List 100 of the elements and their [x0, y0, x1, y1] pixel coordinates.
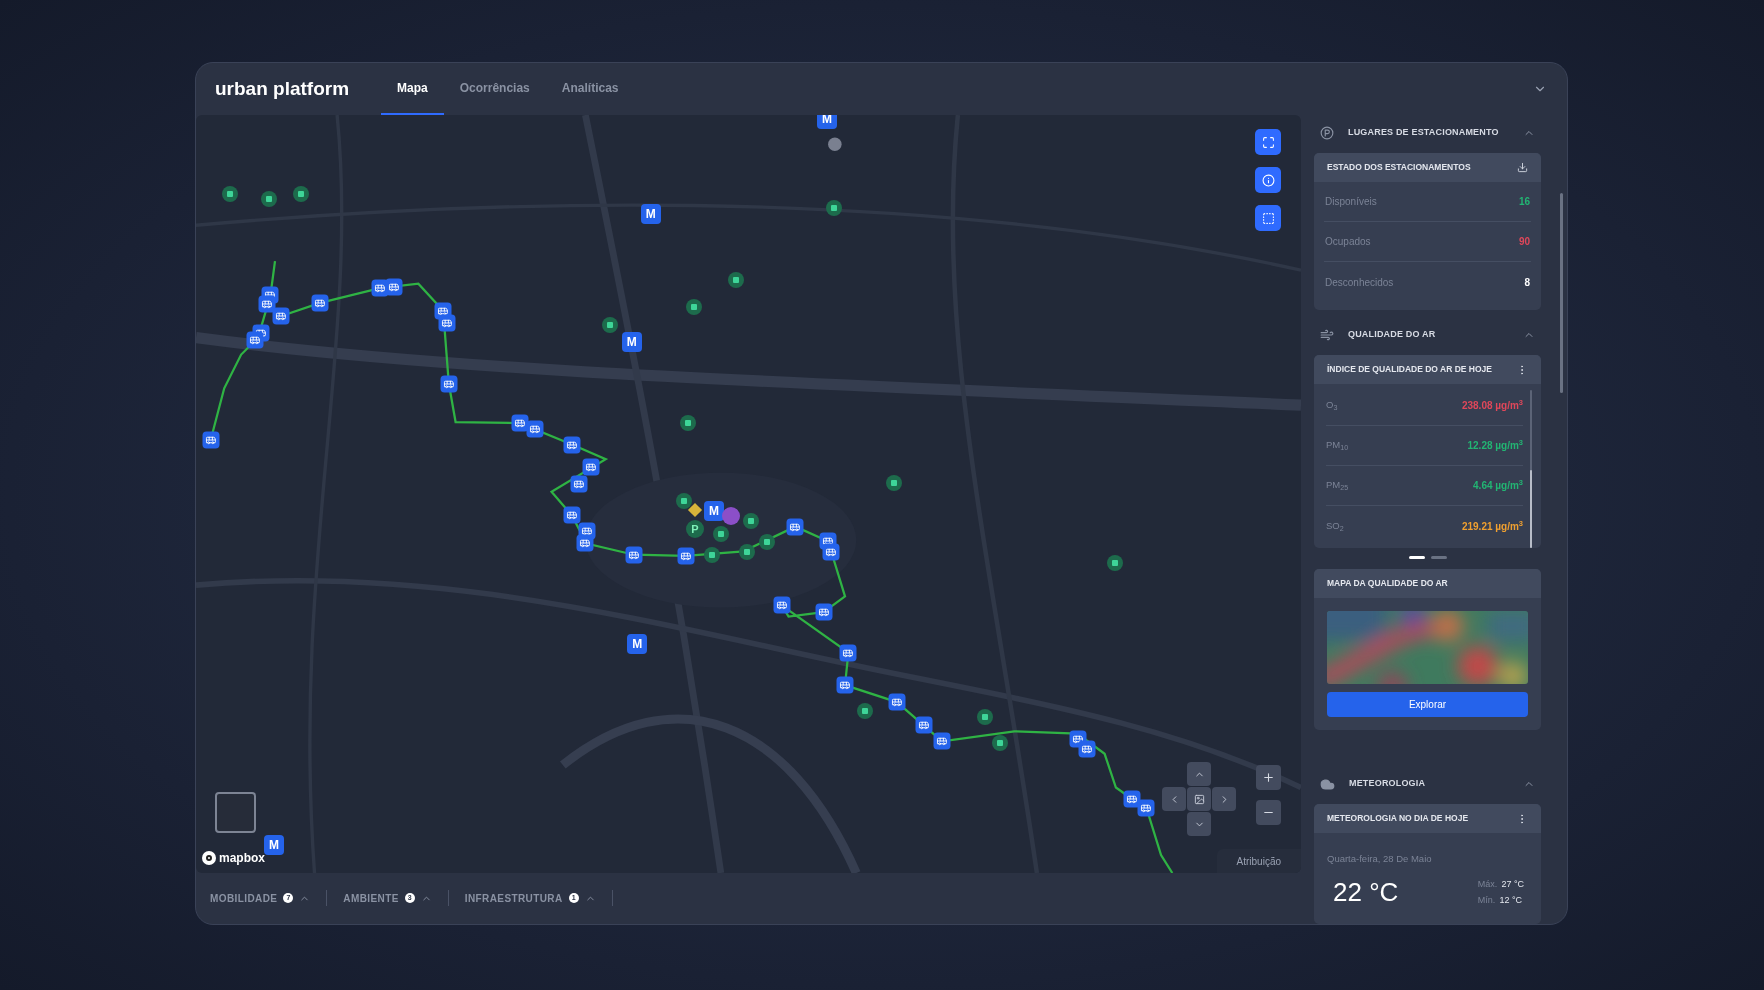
bus-icon [680, 550, 692, 562]
page-indicator[interactable] [1408, 556, 1425, 559]
card-title: MAPA DA QUALIDADE DO AR [1327, 577, 1448, 590]
metro-marker[interactable]: M [704, 500, 725, 521]
bus-icon [249, 334, 261, 346]
metro-marker[interactable]: M [621, 332, 642, 353]
pollutant-value: 219.21 µg/m$^{3}$ [1461, 518, 1523, 534]
layer-label[interactable]: AMBIENTE [343, 890, 399, 906]
layer-label[interactable]: INFRAESTRUTURA [464, 890, 563, 906]
bus-stop-marker[interactable] [385, 278, 402, 296]
bus-stop-marker[interactable] [836, 676, 854, 694]
bus-icon [776, 599, 788, 611]
weather-date: Quarta-feira, 28 De Maio [1327, 853, 1432, 864]
bus-icon [1126, 793, 1138, 805]
panel-scrollbar[interactable] [1560, 193, 1563, 393]
bus-stop-marker[interactable] [1123, 790, 1141, 808]
bus-icon [314, 297, 326, 309]
bus-stop-marker[interactable] [888, 693, 906, 711]
bus-stop-marker[interactable] [576, 534, 594, 552]
bus-stop-marker[interactable] [773, 596, 791, 614]
parking-count: 90 [1518, 235, 1530, 249]
bus-icon [514, 417, 526, 429]
metro-marker[interactable]: M [816, 115, 837, 130]
info-icon [1261, 173, 1275, 187]
bus-stop-marker[interactable] [438, 314, 456, 332]
bus-icon [818, 606, 830, 618]
mapbox-logo: mapbox [219, 850, 265, 867]
bus-stop-marker[interactable] [815, 603, 833, 621]
bus-stop-marker[interactable] [915, 716, 933, 734]
reset-view-button[interactable] [1187, 787, 1211, 811]
selection-icon [1261, 211, 1275, 225]
bus-icon [585, 461, 597, 473]
current-temperature: 22 °C [1333, 876, 1400, 909]
bus-icon [441, 317, 453, 329]
bus-stop-marker[interactable] [202, 431, 220, 449]
bus-stop-marker[interactable] [526, 420, 544, 438]
min-label: Mín. [1477, 893, 1496, 907]
bus-icon [388, 281, 399, 293]
nav-tab[interactable]: Analíticas [545, 63, 635, 115]
pollutant-value: 238.08 µg/m$^{3}$ [1461, 398, 1523, 413]
layer-label[interactable]: MOBILIDADE [210, 890, 278, 906]
bus-stop-marker[interactable] [563, 506, 581, 524]
bus-stop-marker[interactable] [839, 644, 857, 662]
bus-stop-marker[interactable] [582, 458, 600, 476]
bus-stop-marker[interactable] [570, 475, 588, 493]
parking-count: 16 [1518, 195, 1530, 209]
zoom-in-button[interactable] [1256, 765, 1281, 790]
bus-icon [579, 537, 591, 549]
plus-icon [1262, 771, 1275, 784]
fullscreen-button[interactable] [1255, 129, 1281, 155]
bus-icon [822, 535, 834, 547]
selection-button[interactable] [1255, 205, 1281, 231]
bus-icon [1140, 802, 1152, 814]
parking-label: Disponíveis [1325, 195, 1378, 209]
pollutant-value: 12.28 µg/m$^{3}$ [1467, 438, 1523, 453]
bus-stop-marker[interactable] [246, 331, 264, 349]
bus-stop-marker[interactable] [786, 518, 804, 536]
bus-icon [891, 696, 903, 708]
explore-button[interactable]: Explorar [1327, 692, 1528, 717]
attribution-button[interactable]: Atribuição [1216, 849, 1301, 873]
bus-stop-marker[interactable] [1137, 799, 1155, 817]
bus-stop-marker[interactable] [1078, 740, 1096, 758]
parking-label: Ocupados [1325, 235, 1372, 249]
info-button[interactable] [1255, 167, 1281, 193]
bus-icon [1072, 733, 1083, 745]
bus-icon [628, 549, 640, 561]
bus-icon [581, 525, 592, 537]
card-title: ÍNDICE DE QUALIDADE DO AR DE HOJE [1327, 363, 1493, 376]
bus-icon [573, 478, 585, 490]
pollutant-label: PM$_{10}$ [1326, 438, 1350, 453]
bus-stop-marker[interactable] [677, 547, 695, 565]
bus-stop-marker[interactable] [563, 436, 581, 453]
max-label: Máx. [1477, 878, 1498, 891]
max-temperature: 27 °C [1501, 878, 1524, 891]
bus-icon [825, 546, 837, 558]
bus-stop-marker[interactable] [311, 294, 329, 312]
fullscreen-icon [1261, 135, 1275, 149]
bus-icon [839, 679, 851, 691]
bus-stop-marker[interactable] [625, 546, 643, 564]
bus-stop-marker[interactable] [272, 307, 290, 325]
bus-icon [1081, 743, 1093, 755]
bus-stop-marker[interactable] [440, 375, 458, 393]
metro-marker[interactable]: M [627, 633, 648, 654]
bus-stop-marker[interactable] [511, 414, 529, 432]
download-icon[interactable] [1517, 162, 1528, 173]
bus-stop-marker[interactable] [822, 543, 840, 561]
bus-icon [842, 647, 854, 659]
nav-tab[interactable]: Ocorrências [443, 63, 546, 115]
scrollbar[interactable] [1530, 390, 1532, 548]
cloud-icon [1320, 776, 1335, 792]
card-title: ESTADO DOS ESTACIONAMENTOS [1327, 161, 1472, 174]
parking-icon [1320, 126, 1334, 140]
pollutant-label: O$_{3}$ [1326, 398, 1339, 413]
bus-icon [261, 298, 273, 310]
bus-stop-marker[interactable] [933, 732, 951, 750]
bus-stop-marker[interactable] [258, 295, 276, 313]
bus-icon [789, 521, 801, 533]
minimap-thumbnail[interactable] [215, 792, 256, 833]
bus-icon [205, 434, 217, 446]
app-logo: urban platform [215, 76, 350, 101]
